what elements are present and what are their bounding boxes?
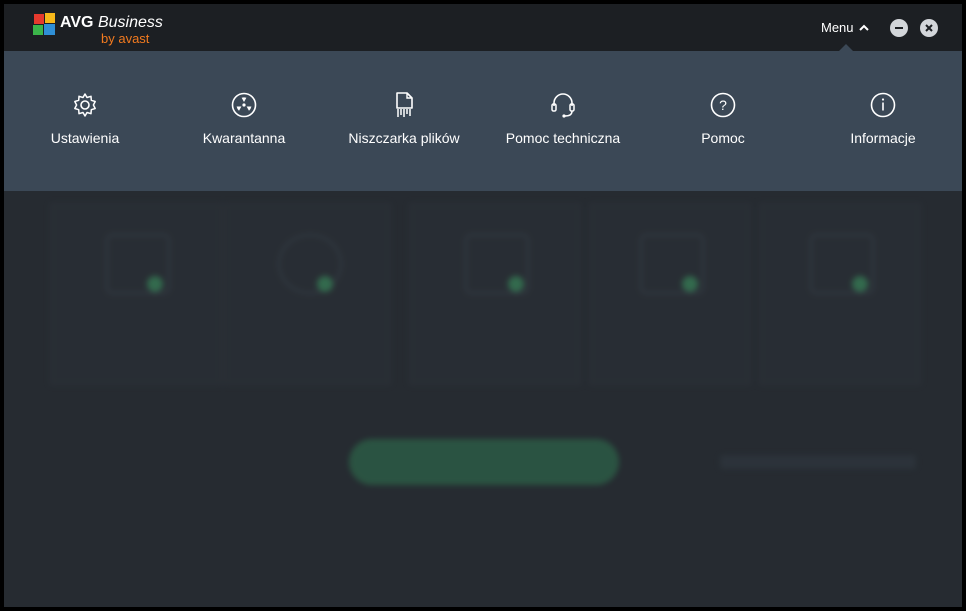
blurred-card	[759, 203, 921, 385]
info-icon	[870, 92, 896, 118]
menu-panel: Ustawienia Kwarantanna Niszczarka plików	[4, 51, 962, 191]
menu-item-label: Niszczarka plików	[348, 130, 460, 146]
status-dot	[682, 276, 698, 292]
avg-logo-icon	[33, 13, 55, 35]
menu-button[interactable]: Menu	[821, 20, 870, 35]
close-icon	[925, 24, 933, 32]
menu-item-label: Informacje	[850, 130, 916, 146]
title-bar: AVG Business by avast Menu	[4, 4, 962, 52]
menu-item-label: Ustawienia	[50, 130, 120, 146]
menu-item-file-shredder[interactable]: Niszczarka plików	[319, 51, 489, 191]
file-shredder-icon	[396, 92, 413, 117]
blurred-card	[224, 203, 391, 385]
brand-byline: by avast	[101, 31, 150, 46]
menu-item-label: Pomoc techniczna	[505, 130, 621, 146]
menu-item-quarantine[interactable]: Kwarantanna	[159, 51, 329, 191]
gear-icon	[74, 93, 96, 117]
blurred-card	[589, 203, 751, 385]
status-dot	[852, 276, 868, 292]
status-dot	[317, 276, 333, 292]
status-dot	[147, 276, 163, 292]
menu-item-help[interactable]: ? Pomoc	[638, 51, 808, 191]
question-icon: ?	[710, 92, 736, 118]
radiation-icon	[231, 92, 257, 118]
blurred-scan-button	[349, 439, 619, 485]
minus-icon	[895, 27, 903, 29]
close-button[interactable]	[920, 19, 938, 37]
blurred-card	[50, 203, 222, 385]
svg-text:?: ?	[719, 97, 727, 113]
menu-item-info[interactable]: Informacje	[798, 51, 962, 191]
chevron-up-icon	[858, 24, 869, 31]
blurred-status-text	[720, 455, 916, 469]
status-dot	[508, 276, 524, 292]
brand-title: AVG Business	[60, 14, 163, 31]
menu-label: Menu	[821, 20, 854, 35]
minimize-button[interactable]	[890, 19, 908, 37]
blurred-card	[409, 203, 581, 385]
app-window: AVG Business by avast Menu Ustawienia Kw…	[4, 4, 962, 607]
menu-item-settings[interactable]: Ustawienia	[4, 51, 170, 191]
menu-item-label: Pomoc	[701, 130, 745, 146]
menu-item-tech-support[interactable]: Pomoc techniczna	[478, 51, 648, 191]
menu-item-label: Kwarantanna	[202, 130, 286, 146]
headset-icon	[551, 93, 575, 118]
